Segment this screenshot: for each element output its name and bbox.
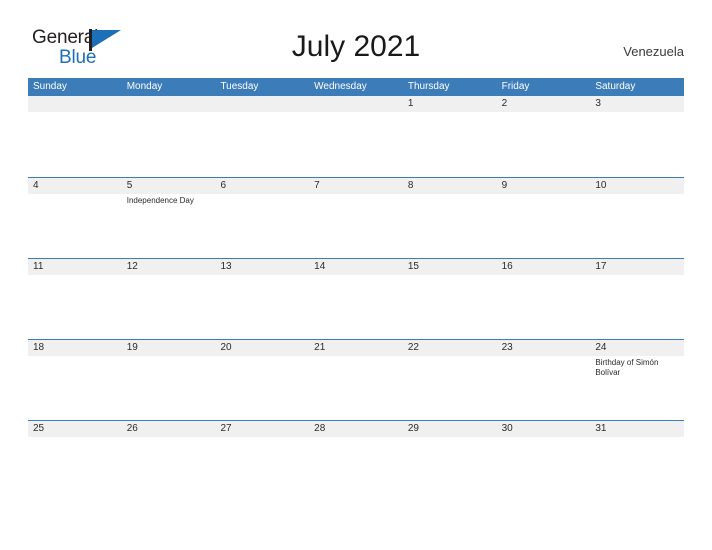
calendar-day-cell-empty: [28, 96, 122, 177]
day-number: 17: [595, 261, 607, 272]
calendar-week-cells: 1 2 3: [28, 96, 684, 177]
day-number: 13: [220, 261, 232, 272]
calendar-day-cell[interactable]: 7: [309, 178, 403, 258]
calendar-day-cell-empty: [309, 96, 403, 177]
calendar-day-cell[interactable]: 3: [590, 96, 684, 177]
day-number: 21: [314, 342, 326, 353]
calendar-day-cell[interactable]: 28: [309, 421, 403, 501]
calendar-grid: Sunday Monday Tuesday Wednesday Thursday Frid…: [28, 78, 684, 501]
day-number: 19: [126, 342, 138, 353]
day-events: Birthday of Simón Bolívar: [595, 358, 681, 378]
day-number: 12: [126, 261, 138, 272]
weekday-header-friday: Friday: [501, 81, 530, 92]
calendar-day-cell[interactable]: 10: [590, 178, 684, 258]
day-number: 18: [33, 342, 45, 353]
day-number: 31: [595, 423, 607, 434]
day-number: 6: [220, 180, 226, 191]
day-number: 26: [126, 423, 138, 434]
calendar-week-cells: 4 5 Independence Day 6 7 8 9 10: [28, 178, 684, 258]
country-label: Venezuela: [623, 44, 684, 59]
calendar-week-row: 4 5 Independence Day 6 7 8 9 10: [28, 177, 684, 258]
calendar-day-cell[interactable]: 6: [215, 178, 309, 258]
calendar-day-cell[interactable]: 16: [497, 259, 591, 339]
day-number: 29: [407, 423, 419, 434]
day-number: 10: [595, 180, 607, 191]
day-number: 22: [407, 342, 419, 353]
weekday-header-saturday: Saturday: [595, 81, 636, 92]
calendar-day-cell[interactable]: 11: [28, 259, 122, 339]
calendar-day-cell[interactable]: 31: [590, 421, 684, 501]
day-number: 24: [595, 342, 607, 353]
calendar-week-cells: 11 12 13 14 15 16 17: [28, 259, 684, 339]
day-number: 16: [501, 261, 513, 272]
weekday-header-tuesday: Tuesday: [220, 81, 259, 92]
day-events: Independence Day: [127, 196, 213, 206]
calendar-day-cell[interactable]: 14: [309, 259, 403, 339]
calendar-week-row: 1 2 3: [28, 96, 684, 177]
calendar-day-cell[interactable]: 30: [497, 421, 591, 501]
calendar-day-cell[interactable]: 13: [215, 259, 309, 339]
calendar-day-cell[interactable]: 27: [215, 421, 309, 501]
holiday-label: Independence Day: [126, 196, 194, 205]
calendar-day-cell-empty: [215, 96, 309, 177]
day-number: 23: [501, 342, 513, 353]
calendar-day-cell[interactable]: 29: [403, 421, 497, 501]
day-number: 9: [501, 180, 508, 191]
day-number: 2: [501, 98, 508, 109]
day-number: 30: [501, 423, 513, 434]
calendar-day-cell[interactable]: 15: [403, 259, 497, 339]
page-header: General Blue July 2021 Venezuela: [0, 0, 712, 78]
calendar-day-cell[interactable]: 23: [497, 340, 591, 420]
calendar-day-cell[interactable]: 22: [403, 340, 497, 420]
calendar-day-cell[interactable]: 9: [497, 178, 591, 258]
calendar-week-row: 11 12 13 14 15 16 17: [28, 258, 684, 339]
calendar-weeks: 1 2 3 4 5 Independence Day 6 7 8 9 10 11 12 13 14 15 16 1…: [28, 96, 684, 501]
day-number: 1: [407, 98, 414, 109]
calendar-day-cell[interactable]: 12: [122, 259, 216, 339]
day-number: 11: [33, 261, 44, 272]
day-number: 27: [220, 423, 232, 434]
day-number: 14: [314, 261, 326, 272]
weekday-header-wednesday: Wednesday: [314, 81, 367, 92]
holiday-label: Birthday of Simón Bolívar: [595, 358, 659, 377]
calendar-day-cell-empty: [122, 96, 216, 177]
calendar-day-cell[interactable]: 8: [403, 178, 497, 258]
calendar-day-cell[interactable]: 1: [403, 96, 497, 177]
day-number: 28: [314, 423, 326, 434]
calendar-week-row: 18 19 20 21 22 23 24 Birthday of Simón Bolívar: [28, 339, 684, 420]
weekday-header-row: Sunday Monday Tuesday Wednesday Thursday Frid…: [28, 78, 684, 96]
calendar-day-cell[interactable]: 18: [28, 340, 122, 420]
day-number: 25: [33, 423, 45, 434]
calendar-week-row: 25 26 27 28 29 30 31: [28, 420, 684, 501]
day-number: 20: [220, 342, 232, 353]
weekday-header-sunday: Sunday: [33, 81, 67, 92]
day-number: 7: [314, 180, 320, 191]
calendar-day-cell[interactable]: 24 Birthday of Simón Bolívar: [590, 340, 684, 420]
calendar-day-cell[interactable]: 19: [122, 340, 216, 420]
weekday-header-thursday: Thursday: [407, 81, 450, 92]
calendar-day-cell[interactable]: 5 Independence Day: [122, 178, 216, 258]
calendar-week-cells: 18 19 20 21 22 23 24 Birthday of Simón Bolívar: [28, 340, 684, 420]
day-number: 4: [33, 180, 39, 191]
calendar-day-cell[interactable]: 21: [309, 340, 403, 420]
day-number: 8: [407, 180, 414, 191]
calendar-week-cells: 25 26 27 28 29 30 31: [28, 421, 684, 501]
calendar-day-cell[interactable]: 26: [122, 421, 216, 501]
calendar-day-cell[interactable]: 25: [28, 421, 122, 501]
calendar-day-cell[interactable]: 4: [28, 178, 122, 258]
calendar-day-cell[interactable]: 20: [215, 340, 309, 420]
page-title: July 2021: [291, 30, 421, 63]
day-number: 5: [126, 180, 133, 191]
calendar-day-cell[interactable]: 17: [590, 259, 684, 339]
day-number: 15: [407, 261, 419, 272]
day-number: 3: [595, 98, 601, 109]
calendar-day-cell[interactable]: 2: [497, 96, 591, 177]
weekday-header-monday: Monday: [126, 81, 163, 92]
